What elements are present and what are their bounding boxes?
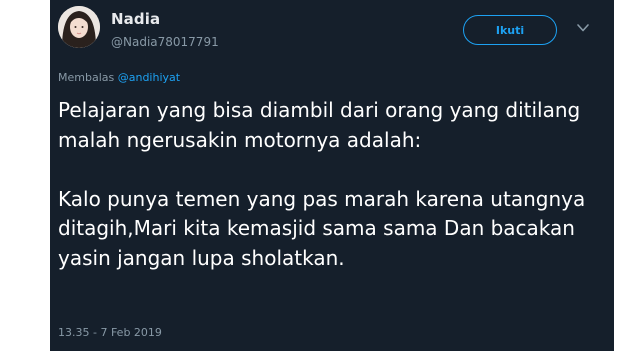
avatar[interactable] [58,6,100,48]
avatar-photo-icon [58,6,100,48]
screenshot-frame: Nadia @Nadia78017791 Ikuti Membalas @and… [50,0,614,360]
follow-button[interactable]: Ikuti [463,15,557,45]
chevron-down-icon[interactable] [576,22,590,34]
user-handle[interactable]: @Nadia78017791 [111,35,219,49]
tweet-timestamp[interactable]: 13.35 - 7 Feb 2019 [58,326,162,339]
tweet-text: Pelajaran yang bisa diambil dari orang y… [58,98,586,270]
display-name[interactable]: Nadia [111,10,160,28]
reply-prefix: Membalas [58,71,115,84]
tweet-card: Nadia @Nadia78017791 Ikuti Membalas @and… [50,0,614,351]
reply-to-handle-link[interactable]: @andihiyat [118,71,180,84]
reply-context: Membalas @andihiyat [58,71,180,84]
